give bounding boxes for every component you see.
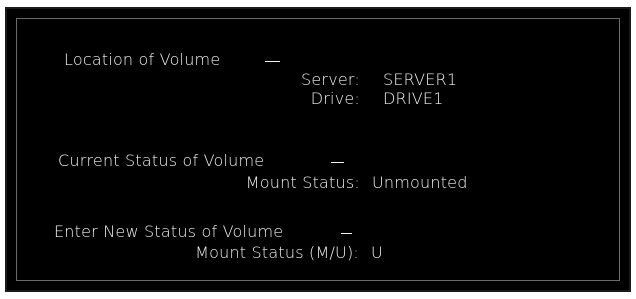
heading-dash — [265, 61, 280, 62]
drive-value: DRIVE1 — [383, 89, 444, 108]
drive-label: Drive: — [310, 89, 360, 108]
current-mount-value: Unmounted — [372, 173, 468, 192]
current-mount-label: Mount Status: — [245, 173, 360, 192]
server-value: SERVER1 — [383, 70, 458, 89]
server-label: Server: — [301, 70, 360, 89]
new-mount-label: Mount Status (M/U): — [195, 243, 359, 262]
location-heading: Location of Volume — [64, 50, 221, 69]
new-status-heading: Enter New Status of Volume — [54, 222, 284, 241]
heading-dash — [331, 162, 344, 163]
heading-dash — [341, 233, 352, 234]
new-mount-input[interactable]: U — [371, 243, 383, 263]
current-status-heading: Current Status of Volume — [58, 151, 265, 170]
